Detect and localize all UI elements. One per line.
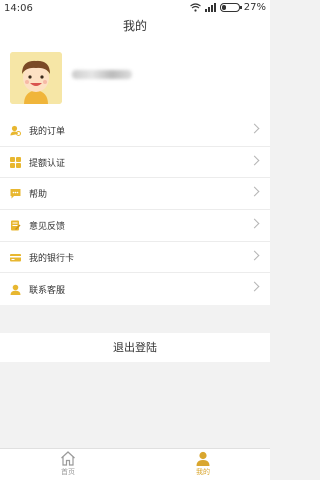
certification-icon (10, 156, 21, 168)
menu-item-label: 我的订单 (29, 126, 66, 137)
signal-icon (204, 3, 216, 12)
menu-item-bank-card[interactable]: 我的银行卡 (0, 242, 270, 274)
chevron-right-icon (249, 250, 260, 261)
tab-bar: 首页 我的 (0, 448, 270, 480)
title-bar: 我的 (0, 18, 270, 40)
tab-home-label: 首页 (61, 468, 75, 476)
tab-home[interactable]: 首页 (38, 451, 98, 477)
bank-card-icon (10, 253, 21, 262)
menu-item-label: 意见反馈 (29, 221, 66, 232)
logout-button[interactable]: 退出登陆 (0, 333, 270, 362)
menu-item-help[interactable]: 帮助 (0, 178, 270, 211)
order-icon (10, 125, 21, 136)
logout-label: 退出登陆 (113, 341, 157, 354)
menu-list: 我的订单 提额认证 帮助 意见反馈 我的银行卡 联系客服 (0, 115, 270, 306)
status-icons: 27% (189, 2, 266, 13)
chevron-right-icon (249, 155, 260, 166)
chevron-right-icon (249, 123, 260, 134)
battery-icon (219, 3, 242, 12)
feedback-icon (11, 220, 21, 231)
profile-card[interactable] (0, 40, 270, 115)
battery-percent: 27% (243, 2, 266, 13)
menu-item-label: 联系客服 (29, 285, 66, 296)
page-title: 我的 (122, 19, 147, 33)
menu-item-orders[interactable]: 我的订单 (0, 115, 270, 147)
avatar-face-icon (10, 52, 62, 104)
status-bar: 14:06 27% (0, 0, 270, 18)
tab-mine-label: 我的 (196, 468, 210, 476)
home-icon (61, 451, 75, 466)
menu-item-label: 提额认证 (29, 158, 66, 169)
user-icon (196, 451, 210, 466)
menu-item-feedback[interactable]: 意见反馈 (0, 210, 270, 242)
customer-service-icon (10, 284, 21, 295)
status-time: 14:06 (4, 3, 33, 14)
menu-item-label: 我的银行卡 (29, 253, 75, 264)
menu-item-customer-service[interactable]: 联系客服 (0, 273, 270, 305)
menu-item-label: 帮助 (29, 190, 48, 201)
wifi-icon (189, 3, 201, 12)
help-icon (10, 189, 21, 199)
user-name-blurred (72, 70, 132, 79)
tab-mine[interactable]: 我的 (173, 451, 233, 477)
chevron-right-icon (249, 186, 260, 197)
menu-item-certification[interactable]: 提额认证 (0, 147, 270, 179)
chevron-right-icon (249, 281, 260, 292)
avatar[interactable] (10, 52, 62, 104)
chevron-right-icon (249, 218, 260, 229)
